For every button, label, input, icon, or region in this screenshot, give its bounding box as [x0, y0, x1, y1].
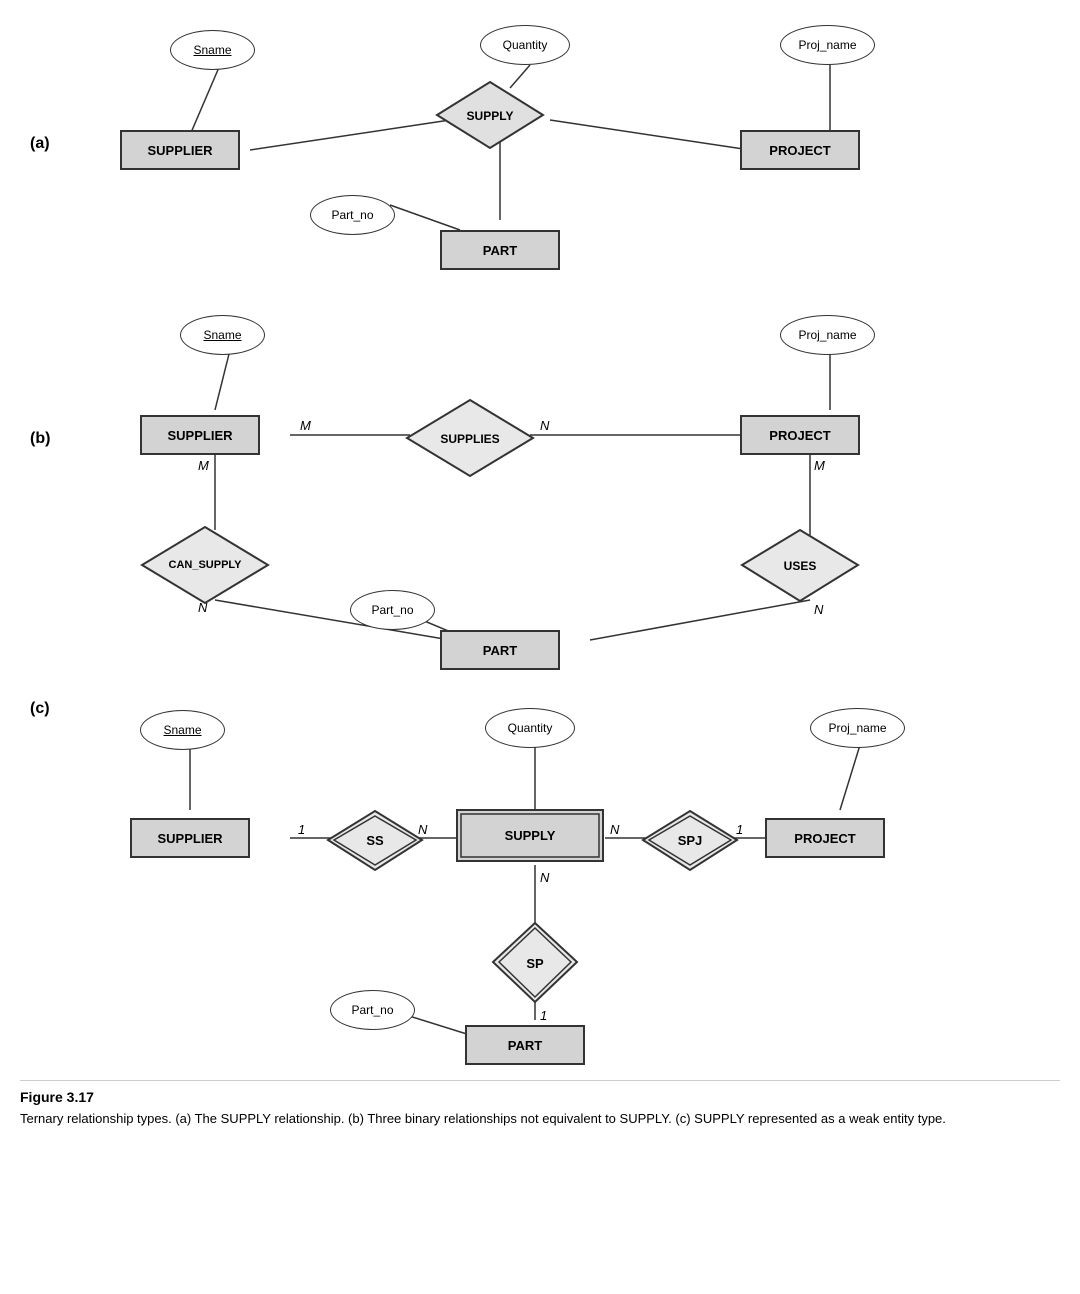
attr-projname-c: Proj_name — [810, 708, 905, 748]
entity-project-c: PROJECT — [765, 818, 885, 858]
svg-text:CAN_SUPPLY: CAN_SUPPLY — [169, 559, 243, 571]
relationship-supplies-b: SUPPLIES — [405, 398, 535, 478]
attr-quantity-c: Quantity — [485, 708, 575, 748]
entity-supplier-a: SUPPLIER — [120, 130, 240, 170]
section-label-b: (b) — [30, 430, 50, 448]
card-m1: M — [300, 418, 311, 433]
attr-partno-b: Part_no — [350, 590, 435, 630]
figure-description: Ternary relationship types. (a) The SUPP… — [20, 1109, 1060, 1129]
entity-project-b: PROJECT — [740, 415, 860, 455]
card-n-ss: N — [418, 822, 427, 837]
attr-sname-b: Sname — [180, 315, 265, 355]
relationship-sp-c: SP — [490, 920, 580, 1005]
entity-part-c: PART — [465, 1025, 585, 1065]
entity-part-b: PART — [440, 630, 560, 670]
svg-text:SS: SS — [366, 833, 384, 848]
attr-projname-b: Proj_name — [780, 315, 875, 355]
attr-quantity-a: Quantity — [480, 25, 570, 65]
card-1a: 1 — [298, 822, 305, 837]
svg-text:SP: SP — [526, 956, 544, 971]
svg-text:SUPPLY: SUPPLY — [505, 828, 556, 843]
attr-projname-a: Proj_name — [780, 25, 875, 65]
section-label-a: (a) — [30, 135, 50, 153]
card-n-spj: N — [610, 822, 619, 837]
entity-supplier-c: SUPPLIER — [130, 818, 250, 858]
card-n1: N — [540, 418, 549, 433]
attr-partno-c: Part_no — [330, 990, 415, 1030]
svg-text:SUPPLY: SUPPLY — [467, 109, 514, 123]
card-m2: M — [198, 458, 209, 473]
figure-title: Figure 3.17 — [20, 1089, 1060, 1105]
entity-project-a: PROJECT — [740, 130, 860, 170]
relationship-spj-c: SPJ — [640, 808, 740, 873]
relationship-uses-b: USES — [740, 528, 860, 603]
card-n2: N — [198, 600, 207, 615]
attr-partno-a: Part_no — [310, 195, 395, 235]
relationship-can-supply-b: CAN_SUPPLY — [140, 525, 270, 605]
relationship-ss-c: SS — [325, 808, 425, 873]
relationship-supply-a: SUPPLY — [435, 80, 545, 150]
entity-supplier-b: SUPPLIER — [140, 415, 260, 455]
svg-text:SPJ: SPJ — [678, 833, 703, 848]
svg-text:SUPPLIES: SUPPLIES — [440, 432, 499, 446]
card-n3: N — [814, 602, 823, 617]
entity-part-a: PART — [440, 230, 560, 270]
card-n-sp: N — [540, 870, 549, 885]
entity-supply-c: SUPPLY — [455, 808, 605, 863]
card-1c: 1 — [540, 1008, 547, 1023]
attr-sname-c: Sname — [140, 710, 225, 750]
attr-sname-a: Sname — [170, 30, 255, 70]
section-label-c: (c) — [30, 700, 50, 718]
card-m3: M — [814, 458, 825, 473]
svg-text:USES: USES — [784, 559, 817, 573]
card-1b: 1 — [736, 822, 743, 837]
